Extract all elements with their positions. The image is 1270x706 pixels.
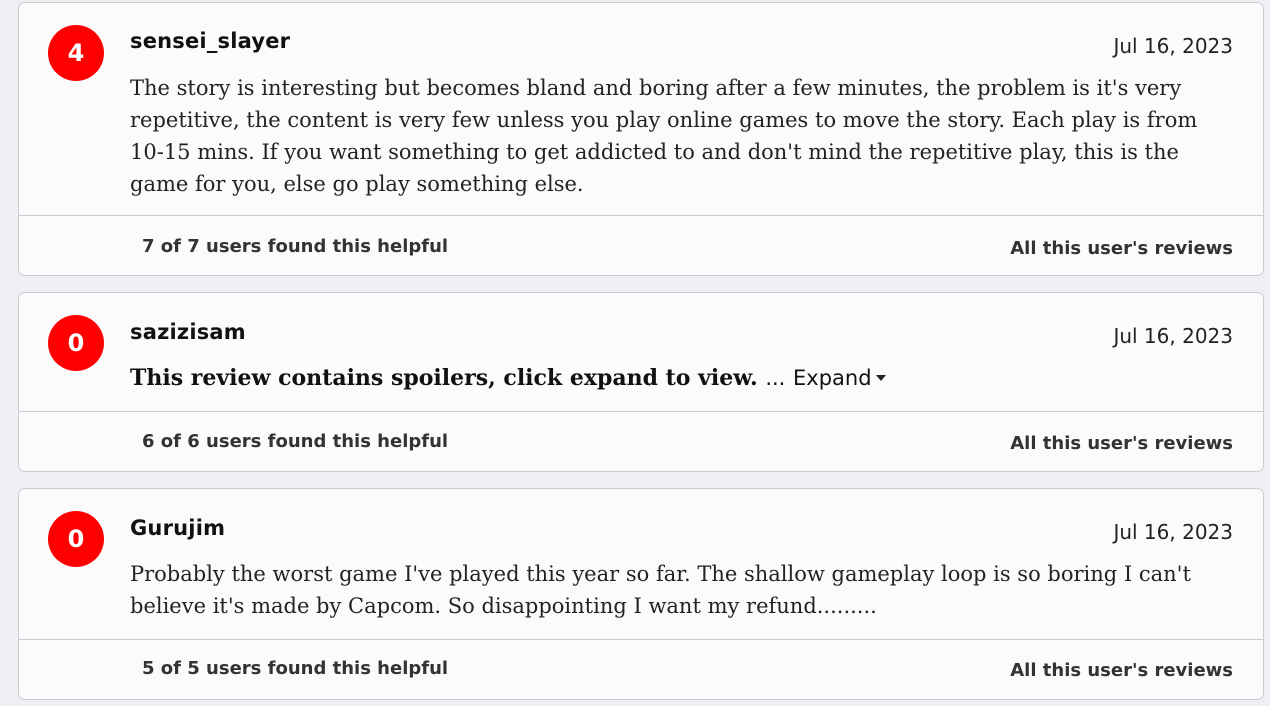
spoiler-notice: This review contains spoilers, click exp… xyxy=(130,365,886,391)
helpful-count: 7 of 7 users found this helpful xyxy=(142,236,449,257)
score-badge: 0 xyxy=(48,315,104,371)
review-text: Probably the worst game I've played this… xyxy=(130,562,1191,618)
helpful-count: 5 of 5 users found this helpful xyxy=(142,658,449,679)
review-card: 0 sazizisam Jul 16, 2023 This review con… xyxy=(18,292,1264,472)
review-username[interactable]: Gurujim xyxy=(130,516,225,540)
review-date: Jul 16, 2023 xyxy=(1113,324,1233,348)
helpful-count: 6 of 6 users found this helpful xyxy=(142,431,449,452)
all-user-reviews-link[interactable]: All this user's reviews xyxy=(1010,660,1233,681)
score-badge: 4 xyxy=(48,25,104,81)
card-divider xyxy=(19,411,1263,412)
review-date: Jul 16, 2023 xyxy=(1113,34,1233,58)
caret-down-icon xyxy=(875,374,886,381)
review-text: The story is interesting but becomes bla… xyxy=(130,76,1198,196)
expand-label: Expand xyxy=(793,366,872,390)
card-divider xyxy=(19,215,1263,216)
all-user-reviews-link[interactable]: All this user's reviews xyxy=(1010,238,1233,259)
review-username[interactable]: sazizisam xyxy=(130,320,246,344)
review-date: Jul 16, 2023 xyxy=(1113,520,1233,544)
card-divider xyxy=(19,639,1263,640)
review-username[interactable]: sensei_slayer xyxy=(130,29,290,53)
expand-button[interactable]: Expand xyxy=(793,366,886,390)
spoiler-text: This review contains spoilers, click exp… xyxy=(130,365,758,391)
spoiler-ellipsis: ... xyxy=(765,366,786,390)
all-user-reviews-link[interactable]: All this user's reviews xyxy=(1010,433,1233,454)
score-badge: 0 xyxy=(48,511,104,567)
review-card: 4 sensei_slayer Jul 16, 2023 The story i… xyxy=(18,2,1264,276)
review-card: 0 Gurujim Jul 16, 2023 Probably the wors… xyxy=(18,488,1264,700)
